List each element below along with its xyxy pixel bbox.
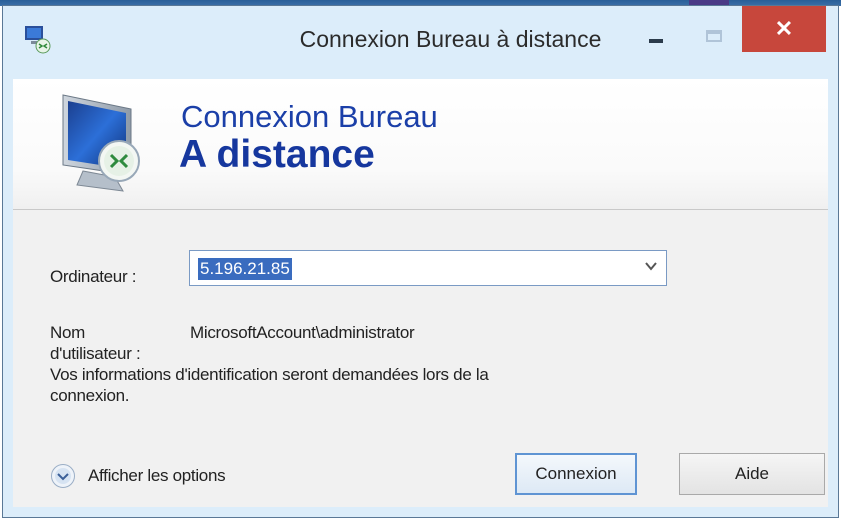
username-label-line1: Nom: [50, 323, 85, 342]
maximize-icon: [706, 30, 722, 42]
expand-options-icon[interactable]: [50, 463, 76, 489]
minimize-button[interactable]: [632, 26, 680, 56]
chevron-down-icon[interactable]: [644, 259, 658, 273]
minimize-icon: [649, 39, 663, 43]
dialog-content: Connexion Bureau A distance Ordinateur :…: [13, 79, 828, 507]
banner-title-line1: Connexion Bureau: [181, 99, 438, 134]
monitor-icon: [62, 94, 140, 192]
title-bar[interactable]: Connexion Bureau à distance ✕: [3, 6, 838, 79]
username-value: MicrosoftAccount\administrator: [190, 323, 415, 342]
connect-button[interactable]: Connexion: [515, 453, 637, 495]
close-button[interactable]: ✕: [742, 6, 826, 52]
username-label-line2: d'utilisateur :: [50, 344, 141, 363]
credentials-info-line2: connexion.: [50, 386, 130, 405]
help-button[interactable]: Aide: [679, 453, 825, 495]
banner-title-line2: A distance: [179, 133, 375, 176]
maximize-button[interactable]: [690, 20, 738, 52]
computer-label: Ordinateur :: [50, 267, 137, 286]
close-icon: ✕: [774, 16, 794, 41]
computer-combobox[interactable]: 5.196.21.85: [189, 250, 667, 286]
rdp-dialog-window: Connexion Bureau à distance ✕ Connexion …: [2, 5, 839, 518]
show-options-label[interactable]: Afficher les options: [88, 466, 226, 486]
show-options-toggle[interactable]: Afficher les options: [50, 462, 226, 490]
header-banner: Connexion Bureau A distance: [13, 79, 828, 210]
computer-value[interactable]: 5.196.21.85: [198, 258, 292, 280]
credentials-info-line1: Vos informations d'identification seront…: [50, 365, 489, 384]
